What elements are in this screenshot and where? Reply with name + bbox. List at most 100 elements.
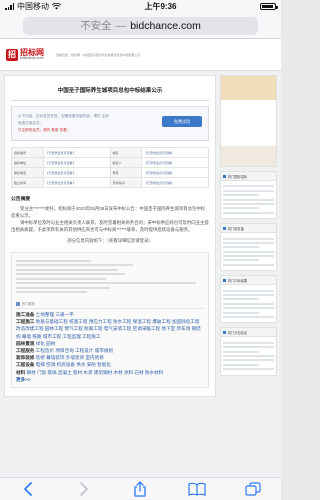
sidebar-card: 热门中标结果: [220, 275, 277, 324]
square-icon: [223, 174, 226, 178]
summary-paragraph: 请中标单位及时与业主相关负责人联系，及时签署相关商务合同；未中标供应商也可及时向…: [11, 220, 209, 232]
service-row: 工程设备 电梯 空调 机房设备 供水 安防 智能化: [16, 361, 204, 368]
info-row: 招标编号 【已登录会员可查看】 地区 【已登录会员可查看】: [11, 147, 209, 158]
breadcrumb: 当前位置：招标网 > 中国圣子国际养生城项目总包中标结果公示: [56, 52, 141, 57]
sidebar-card-head[interactable]: 热门拟在建: [221, 224, 276, 234]
carrier-label: 中国移动: [17, 2, 49, 11]
service-items[interactable]: 装修 幕墙装饰 外墙装饰 室内装修: [36, 355, 104, 360]
hot-recommend-head: 热门推荐: [16, 299, 204, 309]
info-value[interactable]: 【已登录会员可查看】: [141, 147, 209, 158]
sidebar-card-head[interactable]: 热门国际招标: [221, 172, 276, 181]
sidebar-card-body: [221, 181, 276, 218]
info-value[interactable]: 【已登录会员可查看】: [42, 147, 111, 158]
details-lines: [16, 259, 204, 293]
sidebar-ad[interactable]: [220, 75, 277, 167]
tabs-icon[interactable]: [243, 481, 263, 497]
url-field[interactable]: 不安全 — bidchance.com: [23, 16, 258, 35]
web-page: 招 招标网 bidchance.com 当前位置：招标网 > 中国圣子国际养生城…: [0, 39, 281, 398]
battery-icon: [259, 3, 278, 10]
sidebar-card-body: [221, 285, 276, 322]
info-key: 开标时间: [109, 177, 143, 188]
service-label: 工程设备: [16, 362, 35, 368]
square-icon: [16, 301, 20, 306]
info-key: 地区: [109, 147, 143, 158]
sidebar-card: 热门国际招标: [220, 171, 277, 220]
status-bar: 中国移动 上午9:36: [0, 0, 281, 13]
sidebar-card-title: 热门拟在建: [228, 226, 244, 231]
service-items[interactable]: 钢材 门窗 玻璃 混凝土 管材 水泥 建筑钢材 木材 涂料 石材 防水材料: [26, 370, 163, 375]
notice-line[interactable]: 已注册的会员，请先 登录 查看。: [18, 127, 156, 134]
service-label: 工程施工: [16, 319, 35, 325]
free-trial-button[interactable]: 免费试用: [162, 116, 202, 127]
info-key: 招标编号: [11, 147, 44, 158]
service-row: 材料 钢材 门窗 玻璃 混凝土 管材 水泥 建筑钢材 木材 涂料 石材 防水材料: [16, 369, 204, 376]
service-label: 施工准备: [16, 312, 35, 317]
sidebar-card-title: 热门分包信息: [228, 330, 248, 335]
info-key: 招标单位: [11, 157, 44, 168]
sidebar-card-title: 热门国际招标: [228, 174, 248, 179]
service-row: 施工准备 土地整理 三通一平: [16, 311, 204, 318]
info-value[interactable]: 【已登录会员可查看】: [141, 157, 209, 168]
hot-recommend-label: 热门推荐: [22, 302, 35, 306]
sidebar-card-head[interactable]: 热门中标结果: [221, 276, 276, 286]
service-row: 园林景观 绿化 园林: [16, 340, 204, 347]
signal-icon: [5, 3, 14, 10]
partial-info-line: 部分信息内容如下：（查看详细信息请登录）: [11, 238, 209, 244]
members-notice: 以下内容，仅对会员开放，如需查看详细内容，请先 注册 免费试用会员。 已注册的会…: [11, 106, 209, 141]
square-icon: [223, 278, 226, 282]
address-bar: 不安全 — bidchance.com: [0, 13, 281, 39]
service-list: 施工准备 土地整理 三通一平 工程施工 地基与基础工程 桩基工程 预应力工程 防水…: [16, 311, 204, 376]
summary-title: 公告摘要: [11, 197, 31, 202]
service-items[interactable]: 绿化 园林: [36, 341, 56, 346]
info-value[interactable]: 【已登录会员可查看】: [141, 177, 209, 188]
page-title: 中国圣子国际养生城项目总包中标结果公示: [57, 88, 163, 94]
summary-paragraph: 受业主*******委托，招标网于2020年05月08日发布中标公告：中国圣子国…: [11, 206, 206, 218]
service-label: 装饰装修: [16, 355, 35, 361]
partial-info-text[interactable]: 部分信息内容如下：（查看详细信息请登录）: [67, 238, 153, 243]
right-sidebar: 热门国际招标 热门拟在建热门中标结果 热门分包信息: [220, 75, 277, 397]
info-key: 联系电话: [11, 167, 44, 178]
info-key: 传真: [109, 167, 143, 178]
info-row: 招标单位 【已登录会员可查看】 联系人 【已登录会员可查看】: [11, 157, 209, 168]
web-viewport: 招 招标网 bidchance.com 当前位置：招标网 > 中国圣子国际养生城…: [0, 39, 281, 477]
forward-icon[interactable]: [74, 481, 94, 497]
service-items[interactable]: 电梯 空调 机房设备 供水 安防 智能化: [36, 362, 111, 367]
logo-en: bidchance.com: [20, 55, 44, 60]
article-content: 中国圣子国际养生城项目总包中标结果公示 以下内容，仅对会员开放，如需查看详细内容…: [4, 75, 216, 398]
insecure-label: 不安全: [80, 20, 112, 32]
service-row: 装饰装修 装修 幕墙装饰 外墙装饰 室内装修: [16, 354, 204, 361]
site-logo[interactable]: 招 招标网 bidchance.com: [6, 48, 44, 61]
info-value[interactable]: 【已登录会员可查看】: [42, 157, 111, 168]
sidebar-card-body: [221, 233, 276, 270]
url-domain: bidchance.com: [130, 19, 201, 32]
info-value[interactable]: 【已登录会员可查看】: [141, 167, 209, 178]
info-key: 联系人: [109, 157, 143, 168]
info-value[interactable]: 【已登录会员可查看】: [42, 177, 111, 188]
share-icon[interactable]: [130, 481, 150, 497]
notice-line: 以下内容，仅对会员开放，如需查看详细内容，请先 注册: [18, 114, 109, 118]
notice-line: 免费试用会员。: [18, 121, 44, 125]
back-icon[interactable]: [18, 481, 38, 497]
more-link[interactable]: 更多>>: [16, 377, 31, 382]
service-label: 工程服务: [16, 348, 35, 354]
info-value[interactable]: 【已登录会员可查看】: [42, 167, 111, 178]
service-row: 工程服务 工程造价 项目咨询 工程设计 城市规划: [16, 347, 204, 354]
square-icon: [223, 226, 226, 230]
sidebar-card: 热门拟在建: [220, 223, 277, 272]
bookmarks-icon[interactable]: [187, 481, 207, 497]
sidebar-card-head[interactable]: 热门分包信息: [221, 328, 276, 338]
title-divider: [11, 100, 209, 101]
sidebar-card-title: 热门中标结果: [228, 278, 248, 283]
summary-text: 受业主*******委托，招标网于2020年05月08日发布中标公告：中国圣子国…: [11, 205, 209, 233]
service-items[interactable]: 土地整理 三通一平: [36, 312, 74, 317]
service-items[interactable]: 工程造价 项目咨询 工程设计 城市规划: [36, 348, 113, 353]
service-label: 园林景观: [16, 340, 35, 346]
wifi-icon: [52, 3, 61, 10]
main-layout: 中国圣子国际养生城项目总包中标结果公示 以下内容，仅对会员开放，如需查看详细内容…: [0, 71, 281, 398]
service-items[interactable]: 地基与基础工程 桩基工程 预应力工程 防水工程 保温工程 爆破工程 加固除险工程…: [16, 319, 201, 338]
url-separator: —: [115, 19, 127, 32]
site-header: 招 招标网 bidchance.com 当前位置：招标网 > 中国圣子国际养生城…: [0, 39, 281, 71]
service-label: 材料: [16, 369, 26, 375]
carrier-group: 中国移动: [5, 1, 61, 12]
service-row: 工程施工 地基与基础工程 桩基工程 预应力工程 防水工程 保温工程 爆破工程 加…: [16, 318, 204, 340]
